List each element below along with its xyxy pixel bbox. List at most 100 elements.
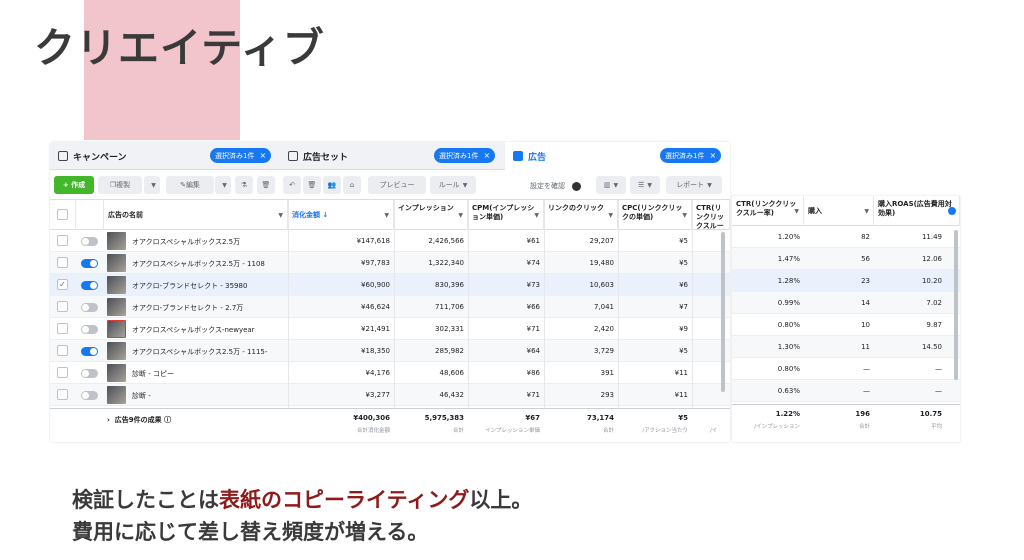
rules-button[interactable]: ルール ▼: [430, 176, 476, 194]
row-toggle[interactable]: [81, 259, 98, 268]
col-link-clicks[interactable]: リンクのクリック ▼: [544, 200, 618, 230]
edit-button[interactable]: ✎ 編集: [166, 176, 214, 194]
cell-roas: 14.50: [921, 343, 942, 351]
table-row[interactable]: オアクロスペシャルボックス-newyear ¥21,491 302,331 ¥71 2,…: [50, 318, 730, 340]
ad-name[interactable]: 診断 -: [132, 391, 282, 401]
totals-label[interactable]: › 広告9件の成果 ⓘ: [107, 415, 171, 425]
col-ctr-truncated[interactable]: CTR(リンクリックスルー率): [692, 200, 730, 230]
cell-cpc: ¥5: [679, 237, 688, 245]
table-row[interactable]: ✓ オアクロ-ブランドセレクト - 35980 ¥60,900 830,396 ¥73 1…: [50, 274, 730, 296]
cell-cpc: ¥5: [679, 259, 688, 267]
total-cpc: ¥5: [678, 414, 688, 422]
right-scrollbar[interactable]: [954, 230, 958, 380]
edit-menu-button[interactable]: ▼: [215, 176, 231, 194]
caption-highlight: 表紙のコピーライティング: [219, 488, 470, 512]
tag-icon: ⌂: [349, 181, 355, 189]
col-name[interactable]: 広告の名前 ▼: [104, 200, 288, 230]
row-checkbox[interactable]: [57, 257, 68, 268]
row-checkbox[interactable]: [57, 367, 68, 378]
row-toggle[interactable]: [81, 391, 98, 400]
create-button[interactable]: + 作成: [54, 176, 94, 194]
ad-name[interactable]: オアクロ-ブランドセレクト - 35980: [132, 281, 282, 291]
row-toggle[interactable]: [81, 237, 98, 246]
col-ctr[interactable]: CTR(リンククリックスルー率) ▼: [732, 196, 804, 226]
col-cpm[interactable]: CPM(インプレッション単価) ▼: [468, 200, 544, 230]
table-row[interactable]: 診断 - コピー ¥4,176 48,606 ¥86 391 ¥11: [50, 362, 730, 384]
row-toggle[interactable]: [81, 369, 98, 378]
row-toggle[interactable]: [81, 281, 98, 290]
ad-name[interactable]: オアクロ-ブランドセレクト - 2.7万: [132, 303, 282, 313]
row-checkbox[interactable]: [57, 301, 68, 312]
ad-name[interactable]: オアクロスペシャルボックス-newyear: [132, 325, 282, 335]
test-button[interactable]: ⚗: [235, 176, 253, 194]
ad-name[interactable]: 診断 - コピー: [132, 369, 282, 379]
total-cpm: ¥67: [525, 414, 540, 422]
columns-button[interactable]: ▥ ▼: [596, 176, 626, 194]
campaign-selected-chip[interactable]: 選択済み1件 ×: [210, 148, 272, 163]
row-checkbox[interactable]: [57, 235, 68, 246]
ad-name[interactable]: オアクロスペシャルボックス2.5万: [132, 237, 282, 247]
cell-ctr: 0.80%: [777, 321, 800, 329]
col-purchases[interactable]: 購入 ▼: [804, 196, 874, 226]
tag-button[interactable]: ⌂: [343, 176, 361, 194]
cell-cpm: ¥73: [526, 281, 540, 289]
cell-clicks: 391: [600, 369, 614, 377]
trash-disabled-button[interactable]: 🗑: [257, 176, 275, 194]
table-row[interactable]: 1.47% 56 12.06: [732, 248, 960, 270]
table-row[interactable]: 0.99% 14 7.02: [732, 292, 960, 314]
report-button[interactable]: レポート ▼: [666, 176, 722, 194]
chevron-down-icon: ▼: [462, 181, 468, 189]
row-checkbox[interactable]: [57, 323, 68, 334]
trash-icon: 🗑: [307, 181, 317, 189]
table-row[interactable]: 1.20% 82 11.49: [732, 226, 960, 248]
chevron-down-icon: ▼: [222, 181, 227, 189]
cell-cpm: ¥74: [526, 259, 540, 267]
adset-selected-chip[interactable]: 選択済み1件 ×: [434, 148, 496, 163]
audience-button[interactable]: 👥: [323, 176, 341, 194]
table-row[interactable]: 診断 - ¥3,277 46,432 ¥71 293 ¥11: [50, 384, 730, 406]
delete-button[interactable]: 🗑: [303, 176, 321, 194]
col-spend[interactable]: 消化金額 ↓ ▼: [288, 200, 394, 230]
right-table-header: CTR(リンククリックスルー率)▼ 購入▼ 購入ROAS(広告費用対効果)▼: [732, 196, 960, 226]
row-toggle[interactable]: [81, 325, 98, 334]
ad-name[interactable]: オアクロスペシャルボックス2.5万 - 1108: [132, 259, 282, 269]
table-row[interactable]: 0.80% — —: [732, 358, 960, 380]
ad-name[interactable]: オアクロスペシャルボックス2.5万 - 1115-: [132, 347, 282, 357]
header-select-all[interactable]: [50, 200, 76, 230]
chevron-down-icon: ▼: [647, 181, 652, 189]
table-row[interactable]: 0.63% — —: [732, 380, 960, 402]
cell-imp: 711,706: [435, 303, 464, 311]
row-toggle[interactable]: [81, 303, 98, 312]
table-row[interactable]: 1.30% 11 14.50: [732, 336, 960, 358]
row-checkbox[interactable]: [57, 345, 68, 356]
ad-selected-chip[interactable]: 選択済み1件 ×: [660, 148, 722, 163]
settings-confirm-toggle[interactable]: [572, 182, 581, 191]
row-checkbox[interactable]: ✓: [57, 279, 68, 290]
level-tabs: キャンペーン 選択済み1件 × 広告セット 選択済み1件 × 広告 選択済み1件 ×: [50, 142, 730, 170]
table-row[interactable]: オアクロスペシャルボックス2.5万 - 1108 ¥97,783 1,322,340…: [50, 252, 730, 274]
preview-button[interactable]: プレビュー: [368, 176, 426, 194]
table-row[interactable]: 0.80% 10 9.87: [732, 314, 960, 336]
cell-roas: 11.49: [921, 233, 942, 241]
vertical-scrollbar[interactable]: [721, 232, 725, 392]
cell-purchases: —: [863, 387, 870, 395]
row-checkbox[interactable]: [57, 389, 68, 400]
duplicate-menu-button[interactable]: ▼: [144, 176, 160, 194]
table-row[interactable]: オアクロスペシャルボックス2.5万 ¥147,618 2,426,566 ¥61 29,…: [50, 230, 730, 252]
duplicate-button[interactable]: ❐ 複製: [98, 176, 142, 194]
add-column-icon[interactable]: [948, 207, 956, 215]
table-row[interactable]: オアクロ-ブランドセレクト - 2.7万 ¥46,624 711,706 ¥66 7,0…: [50, 296, 730, 318]
breakdown-button[interactable]: ☰ ▼: [630, 176, 660, 194]
col-impressions[interactable]: インプレッション ▼: [394, 200, 468, 230]
table-row[interactable]: 1.28% 23 10.20: [732, 270, 960, 292]
cell-cpc: ¥7: [679, 303, 688, 311]
cell-ctr: 1.20%: [777, 233, 800, 241]
row-toggle[interactable]: [81, 347, 98, 356]
ad-thumbnail: [107, 232, 126, 250]
cell-spend: ¥21,491: [361, 325, 390, 333]
table-row[interactable]: オアクロスペシャルボックス2.5万 - 1115- ¥18,350 285,982 ¥…: [50, 340, 730, 362]
cell-cpc: ¥6: [679, 281, 688, 289]
total-roas: 10.75: [919, 410, 942, 418]
col-cpc[interactable]: CPC(リンククリックの単価) ▼: [618, 200, 692, 230]
undo-button[interactable]: ↶: [283, 176, 301, 194]
